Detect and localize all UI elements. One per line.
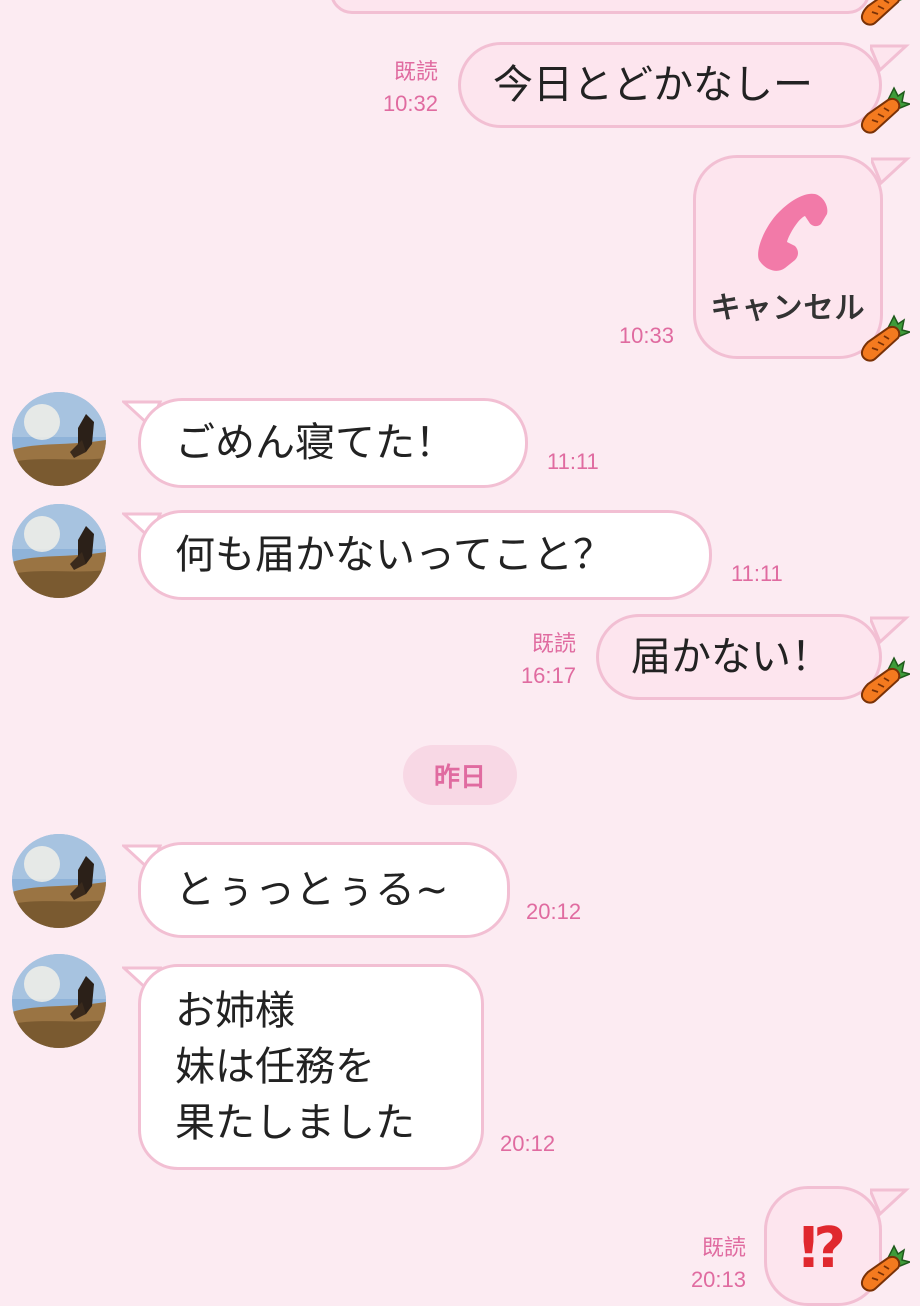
date-separator: 昨日 xyxy=(403,745,517,805)
message-time: 20:12 xyxy=(526,899,582,924)
carrot-icon xyxy=(858,656,910,708)
message-text-line: 果たしました xyxy=(175,1100,415,1146)
contact-avatar[interactable] xyxy=(12,504,106,598)
message-text: 何も届かないってこと？ xyxy=(175,532,613,578)
message-bubble-outgoing[interactable]: 届かない！ xyxy=(596,614,882,700)
message-time: 10:33 xyxy=(618,323,674,348)
bubble-tail xyxy=(870,44,910,73)
call-status-text: キャンセル xyxy=(710,291,866,326)
carrot-icon xyxy=(858,0,910,30)
previous-message-bubble xyxy=(330,0,870,14)
message-time: 20:12 xyxy=(500,1131,556,1156)
carrot-icon xyxy=(858,1244,910,1296)
message-bubble-incoming[interactable]: とぅっとぅる~ xyxy=(138,842,510,938)
phone-icon xyxy=(758,193,828,271)
call-bubble[interactable]: キャンセル xyxy=(693,155,883,359)
message-text-line: お姉様 xyxy=(175,988,295,1034)
message-bubble-incoming[interactable]: 何も届かないってこと？ xyxy=(138,510,712,600)
carrot-icon xyxy=(858,86,910,138)
carrot-icon xyxy=(858,314,910,366)
message-time: 16:17 xyxy=(520,663,576,688)
message-bubble-outgoing[interactable]: 今日とどかなしー xyxy=(458,42,882,128)
message-bubble-incoming[interactable]: ごめん寝てた！ xyxy=(138,398,528,488)
message-text-line: 妹は任務を xyxy=(175,1044,375,1090)
message-time: 10:32 xyxy=(382,91,438,116)
contact-avatar[interactable] xyxy=(12,954,106,1048)
message-bubble-incoming[interactable]: お姉様 妹は任務を 果たしました xyxy=(138,964,484,1170)
read-receipt: 既読 xyxy=(531,631,576,656)
message-text: 今日とどかなしー xyxy=(493,62,813,108)
contact-avatar[interactable] xyxy=(12,392,106,486)
message-time: 11:11 xyxy=(731,561,783,586)
contact-avatar[interactable] xyxy=(12,834,106,928)
message-time: 11:11 xyxy=(547,449,599,474)
message-time: 20:13 xyxy=(690,1267,746,1292)
read-receipt: 既読 xyxy=(701,1235,746,1260)
message-text: ごめん寝てた！ xyxy=(175,420,455,466)
bubble-tail xyxy=(870,616,910,645)
bubble-tail xyxy=(871,157,911,186)
read-receipt: 既読 xyxy=(393,59,438,84)
message-text: とぅっとぅる~ xyxy=(175,867,449,913)
message-text: 届かない！ xyxy=(631,634,831,680)
bubble-tail xyxy=(870,1188,910,1217)
exclamation-question-icon: ⁉ xyxy=(799,1216,847,1281)
